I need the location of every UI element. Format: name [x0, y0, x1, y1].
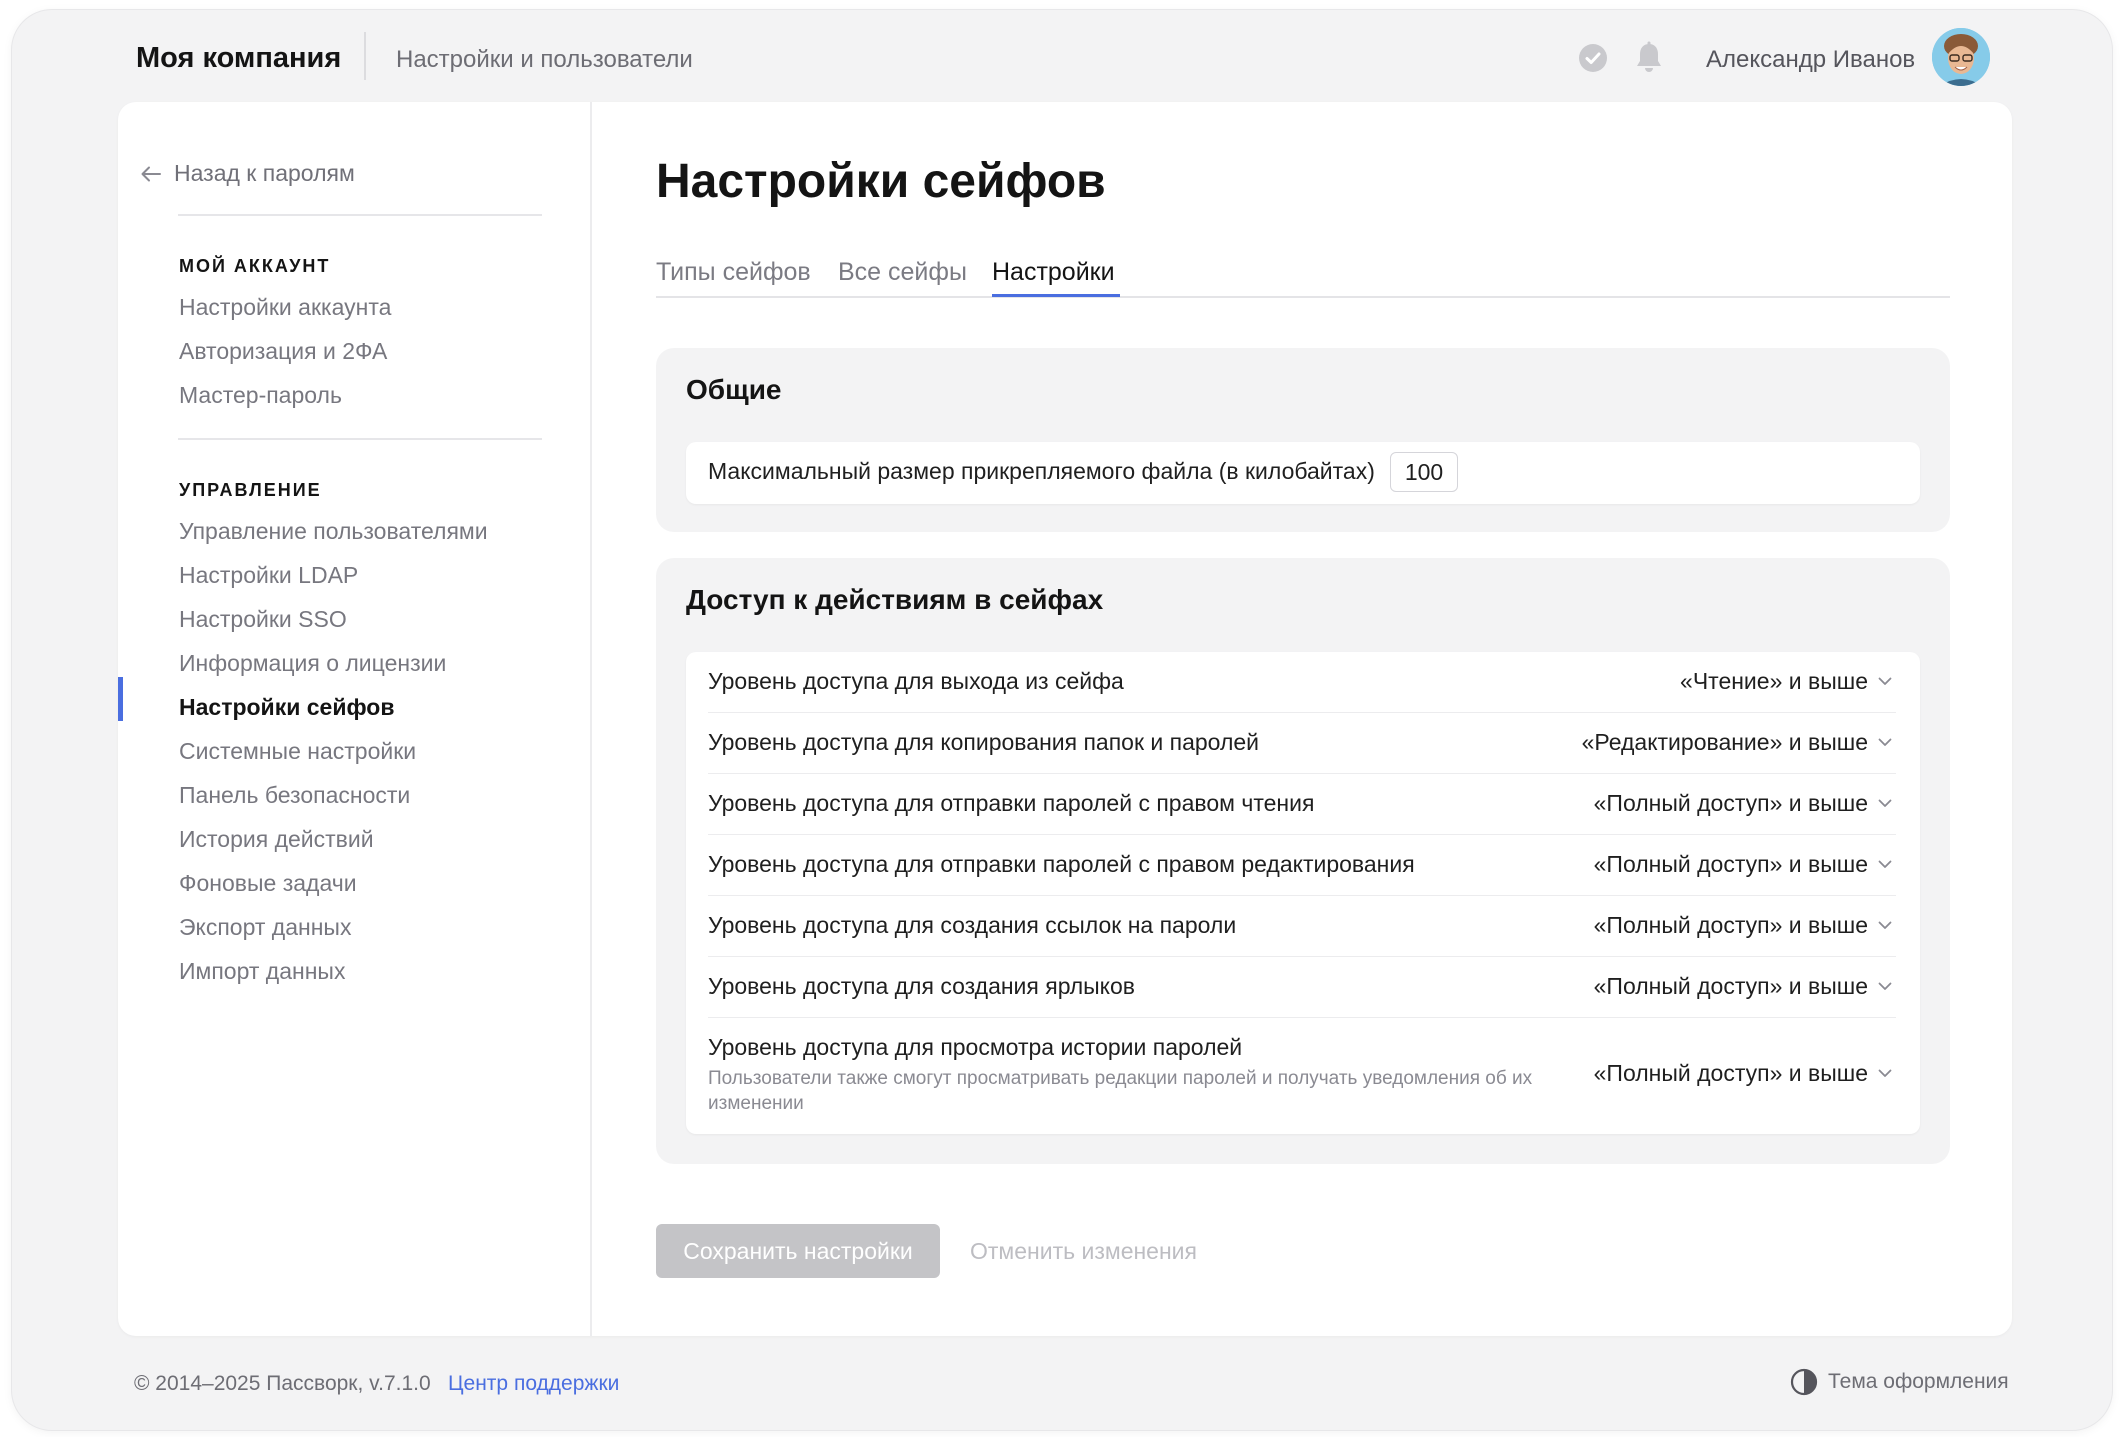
access-row-label: Уровень доступа для просмотра истории па… — [708, 1034, 1243, 1060]
copyright-text: © 2014–2025 Пассворк, v.7.1.0 — [134, 1372, 431, 1395]
access-level-value: «Редактирование» и выше — [1581, 729, 1868, 755]
theme-toggle[interactable]: Тема оформления — [1790, 1368, 2009, 1396]
file-size-setting: Максимальный размер прикрепляемого файла… — [686, 442, 1920, 504]
access-level-select[interactable]: «Редактирование» и выше — [1582, 729, 1892, 756]
access-level-select[interactable]: «Чтение» и выше — [1680, 668, 1892, 695]
main-card: Назад к паролям МОЙ АККАУНТ Настройки ак… — [118, 102, 2012, 1336]
access-level-select[interactable]: «Полный доступ» и выше — [1594, 790, 1892, 817]
user-name[interactable]: Александр Иванов — [1706, 46, 1915, 74]
access-row-label: Уровень доступа для создания ярлыков — [708, 973, 1135, 999]
sidebar-divider — [178, 438, 542, 440]
sidebar-item-auth-2fa[interactable]: Авторизация и 2ФА — [179, 338, 387, 365]
arrow-left-icon — [141, 166, 161, 181]
general-settings-panel: Общие Максимальный размер прикрепляемого… — [656, 348, 1950, 532]
sidebar-item-account-settings[interactable]: Настройки аккаунта — [179, 294, 391, 321]
back-link-label: Назад к паролям — [174, 160, 355, 186]
access-row-label: Уровень доступа для выхода из сейфа — [708, 668, 1124, 694]
app-window: Моя компания Настройки и пользователи Ал… — [12, 10, 2112, 1430]
sidebar-item-master-password[interactable]: Мастер-пароль — [179, 382, 342, 409]
file-size-input[interactable] — [1390, 452, 1458, 492]
access-level-value: «Полный доступ» и выше — [1593, 851, 1868, 877]
access-level-select[interactable]: «Полный доступ» и выше — [1594, 1060, 1892, 1087]
access-level-value: «Полный доступ» и выше — [1593, 790, 1868, 816]
access-row-hint: Пользователи также смогут просматривать … — [708, 1068, 1533, 1114]
access-row-label: Уровень доступа для отправки паролей с п… — [708, 790, 1315, 816]
file-size-label: Максимальный размер прикрепляемого файла… — [708, 458, 1375, 484]
sidebar-item-background-tasks[interactable]: Фоновые задачи — [179, 870, 357, 897]
access-level-value: «Полный доступ» и выше — [1593, 912, 1868, 938]
sidebar-item-sso-settings[interactable]: Настройки SSO — [179, 606, 347, 633]
access-panel-title: Доступ к действиям в сейфах — [686, 584, 1104, 615]
chevron-down-icon — [1878, 860, 1892, 868]
support-center-link[interactable]: Центр поддержки — [448, 1372, 619, 1396]
access-row-label: Уровень доступа для копирования папок и … — [708, 729, 1260, 755]
check-circle-icon[interactable] — [1578, 43, 1608, 73]
avatar[interactable] — [1932, 28, 1990, 86]
tab-all-vaults[interactable]: Все сейфы — [838, 258, 967, 287]
sidebar-heading-management: УПРАВЛЕНИЕ — [179, 480, 322, 500]
company-name[interactable]: Моя компания — [136, 42, 341, 75]
sidebar-item-activity-log[interactable]: История действий — [179, 826, 374, 853]
access-row-label: Уровень доступа для создания ссылок на п… — [708, 912, 1237, 938]
top-bar: Моя компания Настройки и пользователи Ал… — [12, 10, 2112, 102]
sidebar-divider — [178, 214, 542, 216]
access-row-view-history: Уровень доступа для просмотра истории па… — [708, 1018, 1896, 1134]
tab-settings[interactable]: Настройки — [992, 258, 1115, 287]
chevron-down-icon — [1878, 738, 1892, 746]
chevron-down-icon — [1878, 921, 1892, 929]
tab-active-underline — [992, 294, 1120, 297]
access-level-select[interactable]: «Полный доступ» и выше — [1594, 912, 1892, 939]
access-row-send-edit: Уровень доступа для отправки паролей с п… — [708, 835, 1896, 896]
access-row-create-links: Уровень доступа для создания ссылок на п… — [708, 896, 1896, 957]
access-level-value: «Полный доступ» и выше — [1593, 973, 1868, 999]
sidebar-item-data-import[interactable]: Импорт данных — [179, 958, 345, 985]
sidebar-item-user-management[interactable]: Управление пользователями — [179, 518, 488, 545]
content-area: Настройки сейфов Типы сейфов Все сейфы Н… — [592, 102, 2012, 1336]
access-settings-list: Уровень доступа для выхода из сейфа «Чте… — [686, 652, 1920, 1134]
sidebar-item-security-dashboard[interactable]: Панель безопасности — [179, 782, 410, 809]
theme-toggle-label: Тема оформления — [1828, 1370, 2009, 1393]
vault-access-panel: Доступ к действиям в сейфах Уровень дост… — [656, 558, 1950, 1164]
chevron-down-icon — [1878, 677, 1892, 685]
access-level-value: «Полный доступ» и выше — [1593, 1060, 1868, 1086]
sidebar-item-system-settings[interactable]: Системные настройки — [179, 738, 416, 765]
cancel-changes-button[interactable]: Отменить изменения — [970, 1238, 1197, 1265]
sidebar-item-data-export[interactable]: Экспорт данных — [179, 914, 351, 941]
section-title: Настройки и пользователи — [396, 46, 693, 73]
sidebar-item-vault-settings[interactable]: Настройки сейфов — [179, 694, 394, 721]
access-level-select[interactable]: «Полный доступ» и выше — [1594, 973, 1892, 1000]
tab-vault-types[interactable]: Типы сейфов — [656, 258, 811, 287]
access-level-value: «Чтение» и выше — [1680, 668, 1868, 694]
access-row-label: Уровень доступа для отправки паролей с п… — [708, 851, 1415, 877]
access-row-create-shortcuts: Уровень доступа для создания ярлыков «По… — [708, 957, 1896, 1018]
sidebar-item-license-info[interactable]: Информация о лицензии — [179, 650, 446, 677]
back-to-passwords-link[interactable]: Назад к паролям — [140, 160, 355, 187]
sidebar: Назад к паролям МОЙ АККАУНТ Настройки ак… — [118, 102, 592, 1336]
access-row-copy-folders: Уровень доступа для копирования папок и … — [708, 713, 1896, 774]
header-divider — [364, 32, 366, 80]
general-panel-title: Общие — [686, 374, 782, 405]
save-settings-button[interactable]: Сохранить настройки — [656, 1224, 940, 1278]
access-row-exit-vault: Уровень доступа для выхода из сейфа «Чте… — [708, 652, 1896, 713]
theme-contrast-icon — [1790, 1368, 1818, 1396]
chevron-down-icon — [1878, 799, 1892, 807]
chevron-down-icon — [1878, 982, 1892, 990]
access-row-send-read: Уровень доступа для отправки паролей с п… — [708, 774, 1896, 835]
sidebar-item-ldap-settings[interactable]: Настройки LDAP — [179, 562, 358, 589]
chevron-down-icon — [1878, 1069, 1892, 1077]
sidebar-heading-my-account: МОЙ АККАУНТ — [179, 256, 331, 276]
tab-bar: Типы сейфов Все сейфы Настройки — [656, 252, 1950, 298]
bell-icon[interactable] — [1632, 40, 1666, 76]
access-level-select[interactable]: «Полный доступ» и выше — [1594, 851, 1892, 878]
active-item-indicator — [118, 677, 123, 721]
page-title: Настройки сейфов — [656, 155, 1106, 208]
